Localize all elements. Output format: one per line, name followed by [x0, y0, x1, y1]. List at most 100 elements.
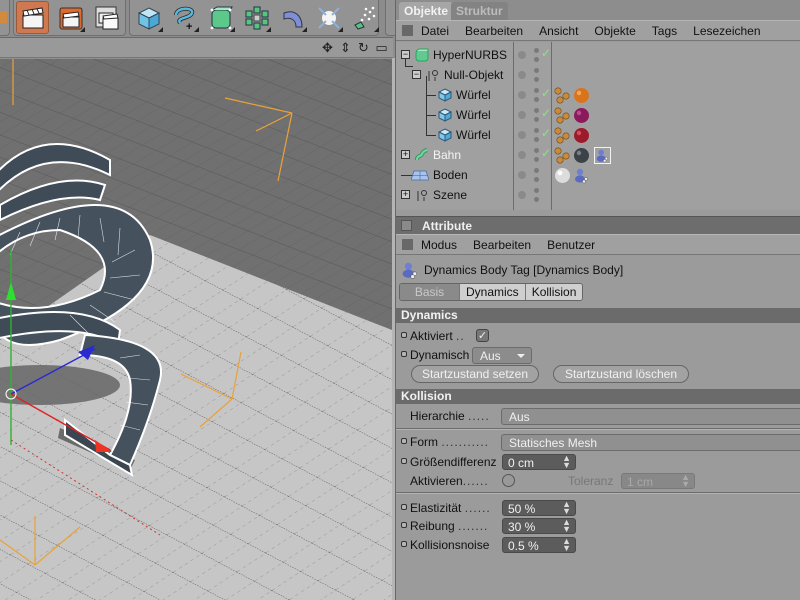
- tab-objekte[interactable]: Objekte: [399, 2, 454, 20]
- aktiviert-checkbox[interactable]: ✓: [476, 329, 489, 342]
- menu-bearbeiten[interactable]: Bearbeiten: [465, 24, 523, 38]
- spinner-icon[interactable]: ▲ ▼: [562, 500, 571, 516]
- object-name[interactable]: Würfel: [456, 88, 491, 102]
- panel-toggle-icon[interactable]: [401, 220, 412, 231]
- object-row-szene[interactable]: + Szene: [396, 185, 800, 205]
- animation-mark[interactable]: [401, 541, 407, 547]
- dolly-view-icon[interactable]: ⇕: [338, 40, 353, 55]
- tab-struktur[interactable]: Struktur: [451, 2, 508, 20]
- enabled-check-icon[interactable]: ✓: [541, 106, 551, 120]
- object-row-wuerfel[interactable]: Würfel ✓: [396, 105, 800, 125]
- spinner-icon: ▲ ▼: [681, 472, 690, 489]
- hierarchie-dropdown[interactable]: Aus: [501, 408, 800, 425]
- menu-modus[interactable]: Modus: [421, 238, 457, 252]
- menu-tags[interactable]: Tags: [652, 24, 677, 38]
- tab-basis[interactable]: Basis: [400, 284, 460, 300]
- collapse-toggle[interactable]: −: [401, 50, 410, 59]
- object-name[interactable]: Würfel: [456, 108, 491, 122]
- enabled-check-icon[interactable]: ✓: [541, 126, 551, 140]
- deformer-bend-button[interactable]: [276, 1, 309, 34]
- render-settings-button[interactable]: [90, 1, 123, 34]
- tab-kollision[interactable]: Kollision: [525, 284, 583, 300]
- maximize-view-icon[interactable]: ▭: [374, 40, 389, 55]
- animation-mark[interactable]: [401, 438, 407, 444]
- sweep-nurbs-icon: [415, 148, 428, 161]
- animation-mark[interactable]: [401, 522, 407, 528]
- spline-pen-button[interactable]: +: [168, 1, 201, 34]
- render-view-button[interactable]: [16, 1, 49, 34]
- object-row-wuerfel[interactable]: Würfel ✓: [396, 125, 800, 145]
- object-name[interactable]: HyperNURBS: [433, 48, 507, 62]
- material-tag-purple-icon[interactable]: [573, 107, 590, 124]
- menu-ansicht[interactable]: Ansicht: [539, 24, 578, 38]
- object-name[interactable]: Bahn: [433, 148, 461, 162]
- menu-benutzer[interactable]: Benutzer: [547, 238, 595, 252]
- animation-mark[interactable]: [401, 351, 407, 357]
- object-row-null-objekt[interactable]: − Null-Objekt: [396, 65, 800, 85]
- cube-primitive-button[interactable]: [132, 1, 165, 34]
- reibung-input[interactable]: 30 % ▲ ▼: [502, 518, 576, 534]
- particle-emitter-button[interactable]: [348, 1, 381, 34]
- aktivieren-checkbox[interactable]: [502, 474, 515, 487]
- object-row-bahn[interactable]: + Bahn ✓: [396, 145, 800, 165]
- section-dynamics: Dynamics: [396, 308, 800, 323]
- dynamics-body-tag-icon[interactable]: [594, 147, 611, 164]
- elastizitaet-input[interactable]: 50 % ▲ ▼: [502, 500, 576, 516]
- spinner-icon[interactable]: ▲ ▼: [562, 537, 571, 553]
- menu-lesezeichen[interactable]: Lesezeichen: [693, 24, 760, 38]
- hypernurbs-button[interactable]: [204, 1, 237, 34]
- material-tag-white-icon[interactable]: [554, 167, 571, 184]
- animation-mark[interactable]: [401, 504, 407, 510]
- object-name[interactable]: Szene: [433, 188, 467, 202]
- cube-icon: [438, 88, 452, 102]
- enabled-check-icon[interactable]: ✓: [541, 146, 551, 160]
- attribute-manager-header: Attribute: [396, 216, 800, 234]
- object-row-hypernurbs[interactable]: − HyperNURBS ✓: [396, 45, 800, 65]
- material-tag-orange-icon[interactable]: [573, 87, 590, 104]
- 3d-viewport[interactable]: [0, 59, 392, 600]
- object-name[interactable]: Würfel: [456, 128, 491, 142]
- enabled-check-icon[interactable]: ✓: [541, 86, 551, 100]
- dynamics-body-tag-icon[interactable]: [573, 167, 590, 184]
- phong-tag-icon[interactable]: [554, 127, 571, 144]
- menu-bearbeiten[interactable]: Bearbeiten: [473, 238, 531, 252]
- viewport-header: ✥ ⇕ ↻ ▭: [0, 38, 393, 58]
- panel-grip-icon[interactable]: [402, 239, 413, 250]
- object-row-wuerfel[interactable]: Würfel ✓: [396, 85, 800, 105]
- array-button[interactable]: [240, 1, 273, 34]
- groessendifferenz-input[interactable]: 0 cm ▲ ▼: [502, 454, 576, 470]
- expand-toggle[interactable]: +: [401, 190, 410, 199]
- tab-dynamics[interactable]: Dynamics: [460, 284, 526, 300]
- phong-tag-icon[interactable]: [554, 147, 571, 164]
- expand-toggle[interactable]: +: [401, 150, 410, 159]
- scene-light-button[interactable]: [312, 1, 345, 34]
- spinner-icon[interactable]: ▲ ▼: [562, 454, 571, 470]
- enabled-check-icon[interactable]: ✓: [541, 46, 551, 60]
- section-kollision: Kollision: [396, 389, 800, 404]
- dynamisch-dropdown[interactable]: Aus: [472, 347, 532, 364]
- animation-mark[interactable]: [401, 332, 407, 338]
- object-row-boden[interactable]: Boden: [396, 165, 800, 185]
- param-aktivieren: Aktivieren...... Toleranz 1 cm ▲ ▼: [396, 472, 800, 490]
- render-picture-viewer-button[interactable]: [54, 1, 87, 34]
- startzustand-setzen-button[interactable]: Startzustand setzen: [411, 365, 539, 383]
- kollisionsnoise-input[interactable]: 0.5 % ▲ ▼: [502, 537, 576, 553]
- spinner-icon[interactable]: ▲ ▼: [562, 518, 571, 534]
- object-name[interactable]: Boden: [433, 168, 468, 182]
- rotate-view-icon[interactable]: ↻: [356, 40, 371, 55]
- startzustand-loeschen-button[interactable]: Startzustand löschen: [553, 365, 689, 383]
- left-pane: + ✥ ⇕ ↻ ▭: [0, 0, 399, 600]
- menu-objekte[interactable]: Objekte: [594, 24, 635, 38]
- menu-datei[interactable]: Datei: [421, 24, 449, 38]
- material-tag-red-icon[interactable]: [573, 127, 590, 144]
- material-tag-dark-icon[interactable]: [573, 147, 590, 164]
- animation-mark[interactable]: [401, 458, 407, 464]
- clapperboard-icon: [21, 6, 44, 28]
- panel-grip-icon[interactable]: [402, 25, 413, 36]
- form-dropdown[interactable]: Statisches Mesh: [501, 434, 800, 451]
- phong-tag-icon[interactable]: [554, 107, 571, 124]
- phong-tag-icon[interactable]: [554, 87, 571, 104]
- move-view-icon[interactable]: ✥: [320, 40, 335, 55]
- collapse-toggle[interactable]: −: [412, 70, 421, 79]
- object-name[interactable]: Null-Objekt: [444, 68, 503, 82]
